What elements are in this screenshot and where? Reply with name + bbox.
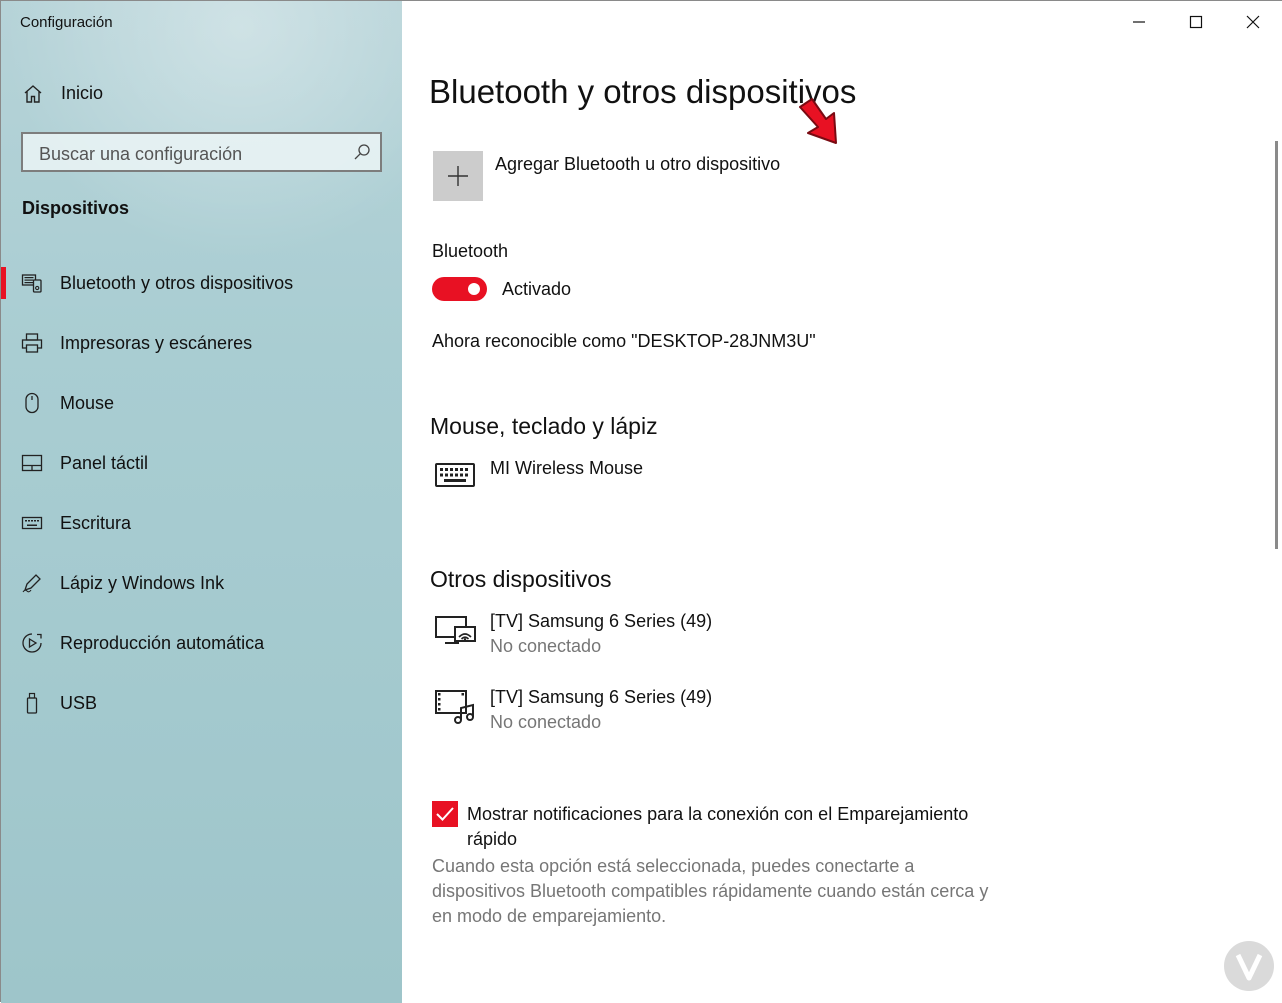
group-title-other-devices: Otros dispositivos xyxy=(430,566,612,592)
swift-pair-description: Cuando esta opción está seleccionada, pu… xyxy=(432,856,989,926)
search-input[interactable] xyxy=(37,141,341,167)
sidebar: Configuración Inicio Dispositivos Blueto… xyxy=(1,1,402,1003)
plus-icon xyxy=(448,166,468,186)
autoplay-icon xyxy=(22,633,42,653)
main-content: Bluetooth y otros dispositivos Agregar B… xyxy=(402,1,1282,1003)
maximize-button[interactable] xyxy=(1167,1,1225,43)
device-name: [TV] Samsung 6 Series (49) xyxy=(490,611,713,631)
device-status: No conectado xyxy=(490,636,602,656)
search-box[interactable] xyxy=(21,132,382,172)
device-name: MI Wireless Mouse xyxy=(490,458,644,478)
bluetooth-devices-icon xyxy=(21,274,42,293)
sidebar-item-typing[interactable]: Escritura xyxy=(1,500,402,546)
media-device-icon xyxy=(435,690,474,724)
sidebar-item-label: Lápiz y Windows Ink xyxy=(60,573,225,593)
display-wireless-icon xyxy=(435,616,476,644)
add-device-label[interactable]: Agregar Bluetooth u otro dispositivo xyxy=(495,154,780,175)
sidebar-item-usb[interactable]: USB xyxy=(1,680,402,726)
close-icon xyxy=(1246,15,1260,29)
sidebar-item-label: Panel táctil xyxy=(60,453,149,473)
touchpad-icon xyxy=(21,454,43,472)
scrollbar[interactable] xyxy=(1275,141,1278,549)
group-title-input-devices: Mouse, teclado y lápiz xyxy=(430,413,658,439)
sidebar-item-label: Impresoras y escáneres xyxy=(60,333,253,353)
sidebar-item-home[interactable]: Inicio xyxy=(1,73,402,115)
mouse-icon xyxy=(25,392,39,414)
checkmark-icon xyxy=(436,807,454,821)
sidebar-item-label: Reproducción automática xyxy=(60,633,265,653)
swift-pair-checkbox[interactable] xyxy=(432,801,458,827)
bluetooth-toggle[interactable] xyxy=(432,277,487,301)
home-icon xyxy=(24,85,42,103)
section-title: Dispositivos xyxy=(22,198,130,218)
search-icon[interactable] xyxy=(353,143,371,161)
sidebar-item-label: Bluetooth y otros dispositivos xyxy=(60,273,294,293)
sidebar-item-label: Mouse xyxy=(60,393,115,413)
bluetooth-state-label: Activado xyxy=(502,279,572,299)
discoverable-text: Ahora reconocible como "DESKTOP-28JNM3U" xyxy=(432,331,816,351)
pen-icon xyxy=(22,574,41,593)
usb-icon xyxy=(26,692,38,714)
printer-icon xyxy=(21,333,43,353)
add-device-button[interactable] xyxy=(433,151,483,201)
watermark-logo xyxy=(1224,941,1274,991)
sidebar-item-bluetooth[interactable]: Bluetooth y otros dispositivos xyxy=(1,260,402,306)
keyboard-icon xyxy=(435,463,475,487)
sidebar-item-touchpad[interactable]: Panel táctil xyxy=(1,440,402,486)
close-button[interactable] xyxy=(1224,1,1282,43)
device-status: No conectado xyxy=(490,712,602,732)
settings-window: Configuración Inicio Dispositivos Blueto… xyxy=(0,0,1282,1003)
toggle-knob xyxy=(468,283,480,295)
watermark-icon xyxy=(1235,953,1263,981)
sidebar-item-label: Inicio xyxy=(61,83,104,103)
minimize-icon xyxy=(1133,21,1145,23)
maximize-icon xyxy=(1189,15,1203,29)
sidebar-item-label: USB xyxy=(60,693,98,713)
sidebar-item-label: Escritura xyxy=(60,513,132,533)
minimize-button[interactable] xyxy=(1110,1,1168,43)
sidebar-item-mouse[interactable]: Mouse xyxy=(1,380,402,426)
sidebar-item-printers[interactable]: Impresoras y escáneres xyxy=(1,320,402,366)
app-title: Configuración xyxy=(20,14,113,31)
pointer-arrow-icon xyxy=(799,98,837,144)
keyboard-icon xyxy=(21,516,43,530)
sidebar-item-pen[interactable]: Lápiz y Windows Ink xyxy=(1,560,402,606)
page-title: Bluetooth y otros dispositivos xyxy=(429,73,857,110)
swift-pair-label[interactable]: Mostrar notificaciones para la conexión … xyxy=(467,802,1007,852)
device-name: [TV] Samsung 6 Series (49) xyxy=(490,687,713,707)
bluetooth-label: Bluetooth xyxy=(432,241,509,261)
sidebar-item-autoplay[interactable]: Reproducción automática xyxy=(1,620,402,666)
